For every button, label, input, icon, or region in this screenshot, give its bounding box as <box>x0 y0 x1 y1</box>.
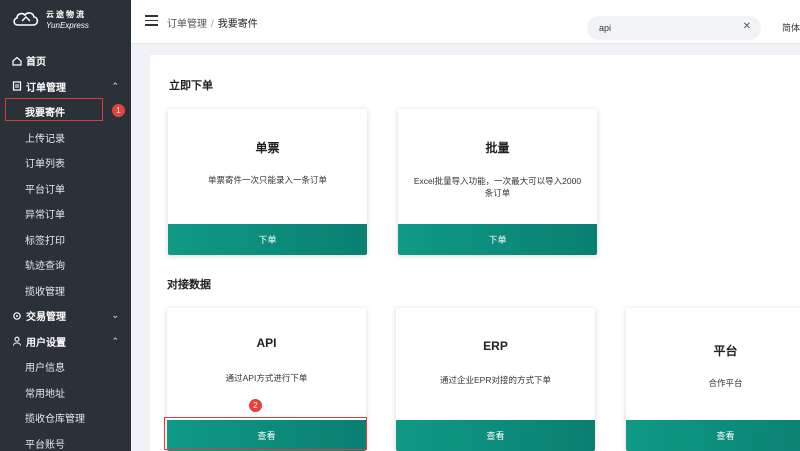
chevron-down-icon: ⌄ <box>111 310 119 320</box>
sidebar-item-abnormal-orders[interactable]: 异常订单 <box>0 201 131 227</box>
search-box[interactable]: ✕ <box>587 16 761 40</box>
logo-cn-text: 云途物流 <box>46 10 86 19</box>
order-button-single[interactable]: 下单 <box>168 224 367 255</box>
user-icon <box>12 336 22 346</box>
sidebar-item-user-info[interactable]: 用户信息 <box>0 354 131 380</box>
sidebar-group-label: 交易管理 <box>26 312 66 324</box>
sidebar-item-label: 标签打印 <box>25 235 65 247</box>
card-title: API <box>256 336 277 350</box>
chevron-up-icon: ⌃ <box>111 335 119 346</box>
sidebar-item-label: 用户信息 <box>25 363 65 375</box>
card-batch: 批量 Excel批量导入功能，一次最大可以导入2000条订单 下单 <box>398 109 597 255</box>
sidebar-item-label: 首页 <box>26 57 46 69</box>
gear-icon <box>12 311 22 321</box>
sidebar-item-label: 上传记录 <box>25 133 65 145</box>
card-single: 单票 单票寄件一次只能录入一条订单 下单 <box>168 109 367 255</box>
step-badge-2: 2 <box>249 399 262 412</box>
document-icon <box>12 81 22 91</box>
section-title-place-order: 立即下单 <box>169 80 213 92</box>
sidebar-item-label: 揽收仓库管理 <box>25 414 85 426</box>
highlight-box-api-view <box>164 417 367 450</box>
sidebar-group-label: 用户设置 <box>26 337 66 349</box>
card-title: 平台 <box>713 344 738 358</box>
card-description: Excel批量导入功能，一次最大可以导入2000条订单 <box>413 176 582 198</box>
sidebar-group-user[interactable]: 用户设置 ⌃ <box>0 329 131 355</box>
sidebar-item-label: 常用地址 <box>25 388 65 400</box>
card-title: 单票 <box>255 141 280 155</box>
card-platform: 平台 合作平台 查看 <box>626 308 800 451</box>
highlight-box-send <box>5 98 103 121</box>
breadcrumb: 订单管理 / 我要寄件 <box>167 15 258 30</box>
breadcrumb-current: 我要寄件 <box>217 19 258 30</box>
card-description: 通过企业EPR对接的方式下单 <box>440 375 551 385</box>
sidebar-item-order-list[interactable]: 订单列表 <box>0 150 131 176</box>
view-button-erp[interactable]: 查看 <box>396 420 595 451</box>
breadcrumb-item[interactable]: 订单管理 <box>167 19 207 30</box>
sidebar-item-label-print[interactable]: 标签打印 <box>0 227 131 253</box>
menu-toggle-icon[interactable] <box>145 15 158 26</box>
chevron-up-icon: ⌃ <box>111 80 119 91</box>
close-icon[interactable]: ✕ <box>743 21 751 32</box>
order-button-batch[interactable]: 下单 <box>398 224 597 255</box>
sidebar-item-label: 异常订单 <box>25 210 65 222</box>
breadcrumb-separator: / <box>211 19 214 30</box>
sidebar-group-label: 订单管理 <box>26 82 66 94</box>
top-header: 订单管理 /我要寄件 ✕ 简体 <box>131 0 800 44</box>
sidebar: 云途物流 YunExpress 首页 订单管理 ⌃ 我要寄件 上传记录 订单列表… <box>0 0 131 451</box>
sidebar-item-label: 订单列表 <box>25 159 65 171</box>
sidebar-item-platform-account[interactable]: 平台账号 <box>0 431 131 451</box>
logo[interactable]: 云途物流 YunExpress <box>0 0 131 40</box>
sidebar-item-pickup[interactable]: 揽收管理 <box>0 278 131 304</box>
sidebar-item-upload-records[interactable]: 上传记录 <box>0 125 131 151</box>
card-description: 通过API方式进行下单 <box>225 373 308 383</box>
main-panel: 立即下单 单票 单票寄件一次只能录入一条订单 下单 批量 Excel批量导入功能… <box>150 55 800 451</box>
step-badge-1: 1 <box>112 104 125 117</box>
sidebar-group-orders[interactable]: 订单管理 ⌃ <box>0 74 131 100</box>
language-switch[interactable]: 简体 <box>782 21 800 34</box>
card-description: 合作平台 <box>708 378 743 388</box>
sidebar-item-label: 平台订单 <box>25 184 65 196</box>
cloud-logo-icon <box>12 11 40 29</box>
sidebar-item-warehouse[interactable]: 揽收仓库管理 <box>0 405 131 431</box>
sidebar-item-label: 轨迹查询 <box>25 261 65 273</box>
home-icon <box>12 56 22 66</box>
logo-en-text: YunExpress <box>46 21 89 30</box>
card-title: ERP <box>483 339 508 353</box>
sidebar-item-label: 揽收管理 <box>25 286 65 298</box>
sidebar-item-platform-orders[interactable]: 平台订单 <box>0 176 131 202</box>
sidebar-item-tracking[interactable]: 轨迹查询 <box>0 252 131 278</box>
view-button-platform[interactable]: 查看 <box>626 420 800 451</box>
search-input[interactable] <box>599 19 729 37</box>
sidebar-group-trade[interactable]: 交易管理 ⌄ <box>0 303 131 329</box>
card-title: 批量 <box>485 141 510 155</box>
sidebar-item-label: 平台账号 <box>25 439 65 451</box>
section-title-integration: 对接数据 <box>167 279 211 291</box>
sidebar-item-addresses[interactable]: 常用地址 <box>0 380 131 406</box>
card-erp: ERP 通过企业EPR对接的方式下单 查看 <box>396 308 595 451</box>
card-description: 单票寄件一次只能录入一条订单 <box>207 175 327 185</box>
sidebar-item-home[interactable]: 首页 <box>0 48 131 74</box>
